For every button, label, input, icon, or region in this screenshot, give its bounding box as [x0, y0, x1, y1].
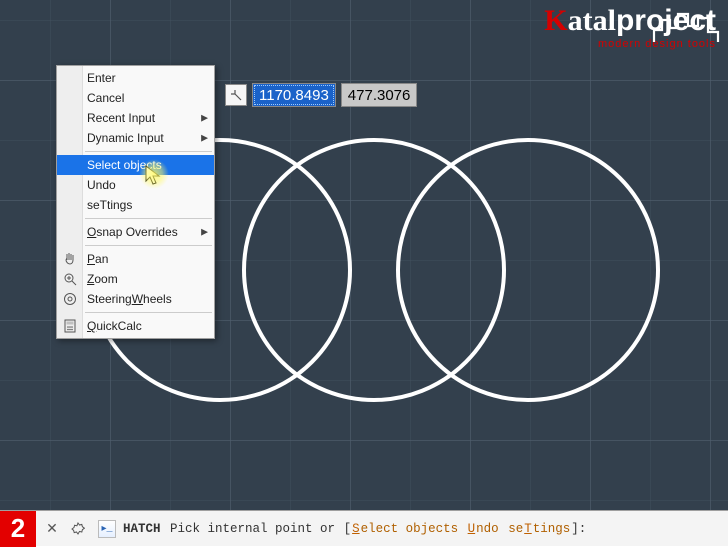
coord-y-field[interactable]: 477.3076 — [341, 83, 418, 107]
menu-item-cancel[interactable]: Cancel — [57, 88, 214, 108]
dynamic-input-readout: 1170.8493 477.3076 — [225, 83, 417, 107]
command-input-icon: ▸_ — [98, 520, 116, 538]
menu-separator — [85, 245, 212, 246]
context-menu[interactable]: Enter Cancel Recent Input▶ Dynamic Input… — [56, 65, 215, 339]
submenu-arrow-icon: ▶ — [201, 133, 208, 144]
menu-separator — [85, 218, 212, 219]
customize-commandline-button[interactable] — [68, 519, 88, 539]
menu-item-undo[interactable]: Undo — [57, 175, 214, 195]
zoom-icon — [61, 270, 79, 288]
menu-item-recent-input[interactable]: Recent Input▶ — [57, 108, 214, 128]
submenu-arrow-icon: ▶ — [201, 113, 208, 124]
calculator-icon — [61, 317, 79, 335]
brand-logo: KKatalatalproject modern design tools — [544, 6, 716, 50]
menu-separator — [85, 312, 212, 313]
menu-item-steeringwheels[interactable]: SteeringWheels — [57, 289, 214, 309]
step-badge: 2 — [0, 511, 36, 547]
drawing-viewport[interactable]: 1170.8493 477.3076 KKatalatalproject mod… — [0, 0, 728, 510]
menu-item-zoom[interactable]: Zoom — [57, 269, 214, 289]
steeringwheels-icon — [61, 290, 79, 308]
command-prompt[interactable]: ▸_ HATCH Pick internal point or [Select … — [98, 520, 586, 538]
close-commandline-button[interactable]: ✕ — [42, 519, 62, 539]
circle-3[interactable] — [396, 138, 660, 402]
coord-x-field[interactable]: 1170.8493 — [252, 83, 336, 107]
dynamic-input-toggle[interactable] — [225, 84, 247, 106]
skyline-icon — [652, 10, 720, 44]
menu-item-osnap-overrides[interactable]: Osnap Overrides▶ — [57, 222, 214, 242]
command-bar: 2 ✕ ▸_ HATCH Pick internal point or [Sel… — [0, 510, 728, 546]
menu-item-enter[interactable]: Enter — [57, 68, 214, 88]
menu-item-quickcalc[interactable]: QuickCalc — [57, 316, 214, 336]
submenu-arrow-icon: ▶ — [201, 227, 208, 238]
menu-item-pan[interactable]: Pan — [57, 249, 214, 269]
pan-icon — [61, 250, 79, 268]
menu-item-settings[interactable]: seTtings — [57, 195, 214, 215]
menu-separator — [85, 151, 212, 152]
menu-item-select-objects[interactable]: Select objects — [57, 155, 214, 175]
menu-item-dynamic-input[interactable]: Dynamic Input▶ — [57, 128, 214, 148]
